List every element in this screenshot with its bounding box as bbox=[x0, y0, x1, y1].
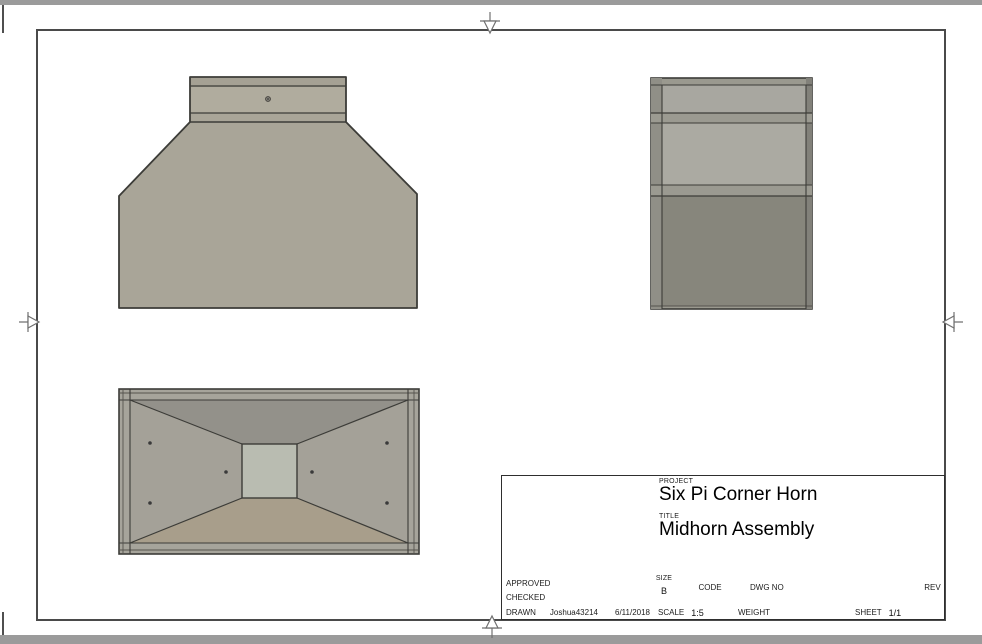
scale-value: 1:5 bbox=[691, 608, 704, 618]
title-block: PROJECT Six Pi Corner Horn TITLE Midhorn… bbox=[501, 475, 945, 620]
scale-cell: SCALE 1:5 bbox=[654, 604, 734, 621]
project-cell: PROJECT Six Pi Corner Horn bbox=[654, 476, 946, 511]
drawn-date: 6/11/2018 bbox=[615, 608, 650, 617]
size-label: SIZE bbox=[654, 575, 674, 582]
size-value: B bbox=[654, 586, 674, 596]
paper-left-edge bbox=[2, 612, 4, 635]
size-cell: SIZE B bbox=[654, 575, 674, 604]
title-block-empty-cell bbox=[502, 476, 654, 575]
dwg-no-label: DWG NO bbox=[750, 583, 784, 592]
rev-cell: REV bbox=[919, 575, 946, 604]
center-mark-right-arrow-icon bbox=[941, 312, 963, 332]
title-value: Midhorn Assembly bbox=[659, 520, 946, 540]
scale-label: SCALE bbox=[658, 608, 684, 617]
drawn-by: Joshua43214 bbox=[550, 608, 598, 617]
front-view[interactable] bbox=[118, 76, 418, 310]
code-label: CODE bbox=[698, 583, 721, 592]
weight-cell: WEIGHT bbox=[734, 604, 851, 621]
horn-throat bbox=[242, 444, 297, 498]
title-cell: TITLE Midhorn Assembly bbox=[654, 511, 946, 575]
checked-cell: CHECKED bbox=[502, 591, 654, 604]
center-mark-bottom-arrow-icon bbox=[482, 611, 502, 638]
drawn-label: DRAWN bbox=[506, 608, 536, 617]
approved-cell: APPROVED bbox=[502, 575, 654, 591]
center-mark-left-arrow-icon bbox=[19, 312, 41, 332]
sheet-value: 1/1 bbox=[889, 608, 902, 618]
code-cell: CODE bbox=[674, 575, 746, 604]
drawn-cell: DRAWN Joshua43214 6/11/2018 bbox=[502, 604, 654, 621]
sheet-label: SHEET bbox=[855, 608, 882, 617]
project-value: Six Pi Corner Horn bbox=[659, 485, 946, 505]
checked-label: CHECKED bbox=[506, 593, 545, 602]
sheet-cell: SHEET 1/1 bbox=[851, 604, 946, 621]
weight-label: WEIGHT bbox=[738, 608, 770, 617]
drawing-sheet-page: PROJECT Six Pi Corner Horn TITLE Midhorn… bbox=[0, 0, 982, 644]
paper-left-edge bbox=[2, 5, 4, 33]
rev-label: REV bbox=[924, 583, 940, 592]
mouth-view[interactable] bbox=[118, 388, 420, 555]
center-mark-top-arrow-icon bbox=[480, 12, 500, 36]
mounting-hole bbox=[266, 97, 271, 102]
approved-label: APPROVED bbox=[506, 579, 550, 588]
page-top-margin bbox=[0, 0, 982, 5]
dwg-no-cell: DWG NO bbox=[746, 575, 919, 604]
side-view[interactable] bbox=[650, 77, 813, 310]
